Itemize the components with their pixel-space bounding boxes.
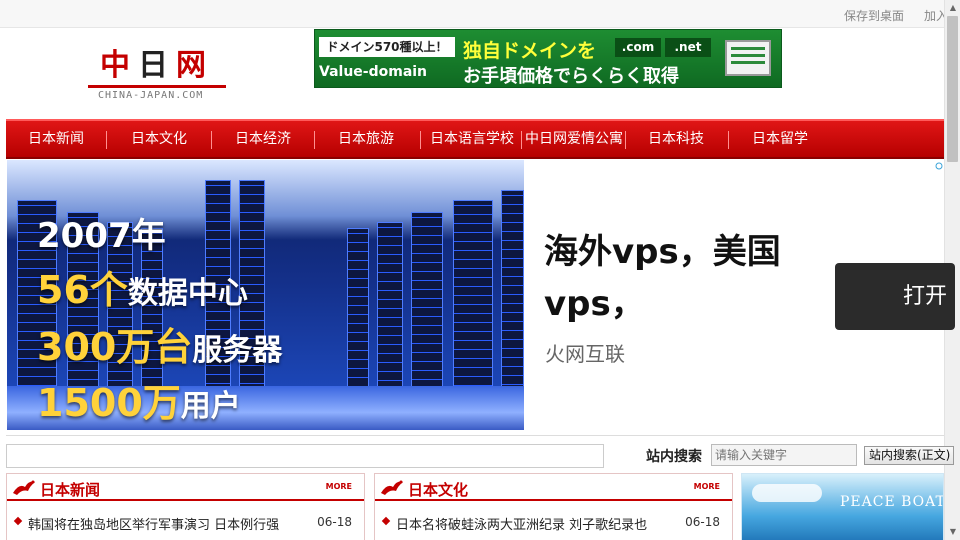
logo-char-left: 中 [100, 48, 138, 83]
nav-item-love-apartment[interactable]: 中日网爱情公寓 [522, 121, 626, 157]
bullet-icon [13, 516, 23, 526]
monitor-icon [725, 40, 771, 76]
datacenter-image: 2007年 56个数据中心 300万台服务器 1500万用户 [7, 160, 524, 430]
bullet-icon [381, 516, 391, 526]
left-search-bar [6, 444, 604, 468]
cloud-graphic [752, 484, 822, 502]
nav-item-japan-culture[interactable]: 日本文化 [109, 121, 209, 157]
nav-divider [420, 131, 421, 149]
domain-ad-banner[interactable]: ドメイン570種以上！ Value-domain 独自ドメインを .com .n… [314, 29, 782, 88]
nav-divider [728, 131, 729, 149]
banner-users: 1500万用户 [37, 381, 241, 425]
box-title: 日本文化 [408, 481, 469, 499]
banner-servers: 300万台服务器 [37, 325, 283, 369]
news-headline[interactable]: 日本名将破蛙泳两大亚洲纪录 刘子歌纪录也 [396, 514, 647, 533]
more-link[interactable]: MORE [694, 482, 720, 491]
scroll-down-icon[interactable]: ▼ [945, 524, 960, 540]
peace-boat-logo-text: PEACE BOAT [840, 494, 944, 510]
logo-underline [88, 85, 226, 88]
more-link[interactable]: MORE [326, 482, 352, 491]
top-bar: 保存到桌面 加入 [0, 0, 948, 28]
logo-domain: CHINA-JAPAN.COM [98, 90, 204, 101]
nav-item-japan-news[interactable]: 日本新闻 [6, 121, 106, 157]
japan-culture-box: 日本文化 MORE 日本名将破蛙泳两大亚洲纪录 刘子歌纪录也 06-18 [374, 473, 733, 540]
nav-divider [211, 131, 212, 149]
banner-datacenters: 56个数据中心 [37, 268, 248, 312]
banner-advertiser: 火网互联 [545, 342, 625, 366]
logo-mark: 中日网 [100, 40, 214, 84]
site-search-label: 站内搜索 [646, 449, 702, 465]
site-search-button[interactable]: 站内搜索(正文) [864, 446, 954, 465]
nav-divider [314, 131, 315, 149]
box-title: 日本新闻 [40, 481, 101, 499]
ad-subline: お手頃価格でらくらく取得 [463, 66, 679, 87]
banner-open-button[interactable]: 打开 [835, 263, 955, 330]
nav-item-japan-economy[interactable]: 日本经济 [213, 121, 313, 157]
nav-item-japan-travel[interactable]: 日本旅游 [316, 121, 416, 157]
site-search-input[interactable] [711, 444, 857, 466]
nav-item-japan-tech[interactable]: 日本科技 [626, 121, 726, 157]
scroll-up-icon[interactable]: ▲ [945, 0, 960, 16]
ad-tld-com: .com [615, 38, 661, 57]
site-logo[interactable]: 中日网 CHINA-JAPAN.COM [86, 40, 228, 104]
banner-year: 2007年 [37, 216, 166, 256]
ad-domain-count: ドメイン570種以上！ [319, 37, 455, 57]
japan-news-box: 日本新闻 MORE 韩国将在独岛地区举行军事演习 日本例行强 06-18 [6, 473, 365, 540]
banner-headline: 海外vps，美国vps， [544, 232, 781, 324]
ad-info-icon[interactable] [935, 162, 943, 170]
ad-headline: 独自ドメインを [463, 40, 597, 62]
crane-icon [13, 480, 35, 495]
logo-char-mid: 日 [138, 48, 176, 83]
ad-tld-net: .net [665, 38, 711, 57]
list-item[interactable]: 韩国将在独岛地区举行军事演习 日本例行强 06-18 [13, 514, 358, 533]
vps-ad-banner[interactable]: 2007年 56个数据中心 300万台服务器 1500万用户 海外vps，美国v… [6, 160, 955, 436]
nav-item-study-in-japan[interactable]: 日本留学 [730, 121, 830, 157]
peace-boat-ad[interactable]: PEACE BOAT [741, 473, 944, 540]
news-date: 06-18 [317, 515, 352, 529]
save-to-desktop-link[interactable]: 保存到桌面 [844, 7, 904, 24]
page: 保存到桌面 加入 ▲ ▼ 中日网 CHINA-JAPAN.COM ドメイン570… [0, 0, 960, 540]
scrollbar-thumb[interactable] [947, 16, 958, 162]
nav-divider [106, 131, 107, 149]
ad-brand: Value-domain [319, 64, 428, 80]
crane-icon [381, 480, 403, 495]
logo-char-right: 网 [176, 48, 214, 83]
nav-item-language-school[interactable]: 日本语言学校 [422, 121, 522, 157]
box-header: 日本新闻 MORE [7, 474, 364, 501]
list-item[interactable]: 日本名将破蛙泳两大亚洲纪录 刘子歌纪录也 06-18 [381, 514, 726, 533]
news-headline[interactable]: 韩国将在独岛地区举行军事演习 日本例行强 [28, 514, 279, 533]
news-date: 06-18 [685, 515, 720, 529]
main-nav: 日本新闻 日本文化 日本经济 日本旅游 日本语言学校 中日网爱情公寓 日本科技 … [6, 119, 944, 159]
box-header: 日本文化 MORE [375, 474, 732, 501]
